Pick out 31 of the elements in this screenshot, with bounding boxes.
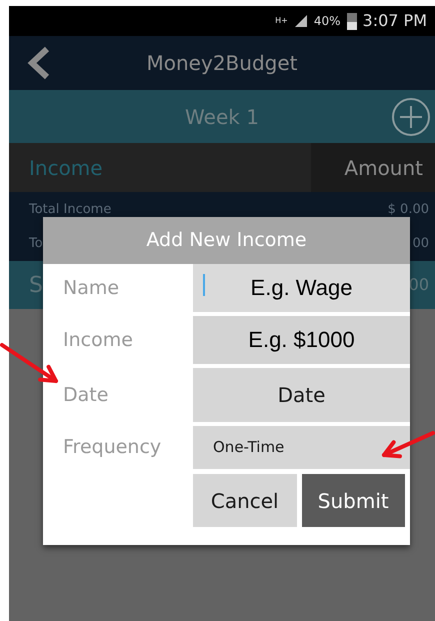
field-label: Name (62, 276, 120, 301)
battery-percent: 40% (314, 13, 341, 30)
date-picker-button[interactable]: Date (193, 368, 410, 422)
field-label: Date (62, 382, 110, 408)
text-input-field[interactable]: E.g. Wage (193, 264, 410, 312)
row-amount: $ 0.00 (388, 201, 429, 219)
signal-icon (294, 14, 308, 28)
field-label: Income (62, 328, 134, 353)
text-cursor-icon (203, 274, 205, 296)
row-label: Total Income (29, 201, 112, 219)
row-label: To (29, 234, 43, 252)
row-amount: 00 (412, 234, 429, 252)
back-chevron-icon[interactable] (27, 46, 51, 80)
column-header: Income (9, 143, 311, 192)
summary-label: S (29, 272, 43, 300)
battery-icon (346, 12, 357, 30)
app-title: Money2Budget (146, 50, 298, 77)
annotation-arrow-icon (382, 431, 435, 458)
clock-time: 3:07 PM (362, 10, 427, 32)
annotation-arrow-icon (0, 343, 58, 383)
submit-button[interactable]: Submit (302, 474, 405, 527)
dialog-title: Add New Income (146, 228, 307, 254)
cancel-button[interactable]: Cancel (193, 474, 296, 527)
text-input-field[interactable]: E.g. $1000 (193, 316, 410, 364)
add-circle-icon[interactable] (391, 96, 431, 136)
summary-amount: 00 (408, 274, 429, 296)
frequency-dropdown[interactable]: One-Time (193, 426, 410, 469)
week-title: Week 1 (185, 104, 259, 130)
column-header: Amount (311, 143, 435, 192)
field-label: Frequency (62, 435, 162, 460)
network-type-label: H+ (275, 17, 288, 25)
